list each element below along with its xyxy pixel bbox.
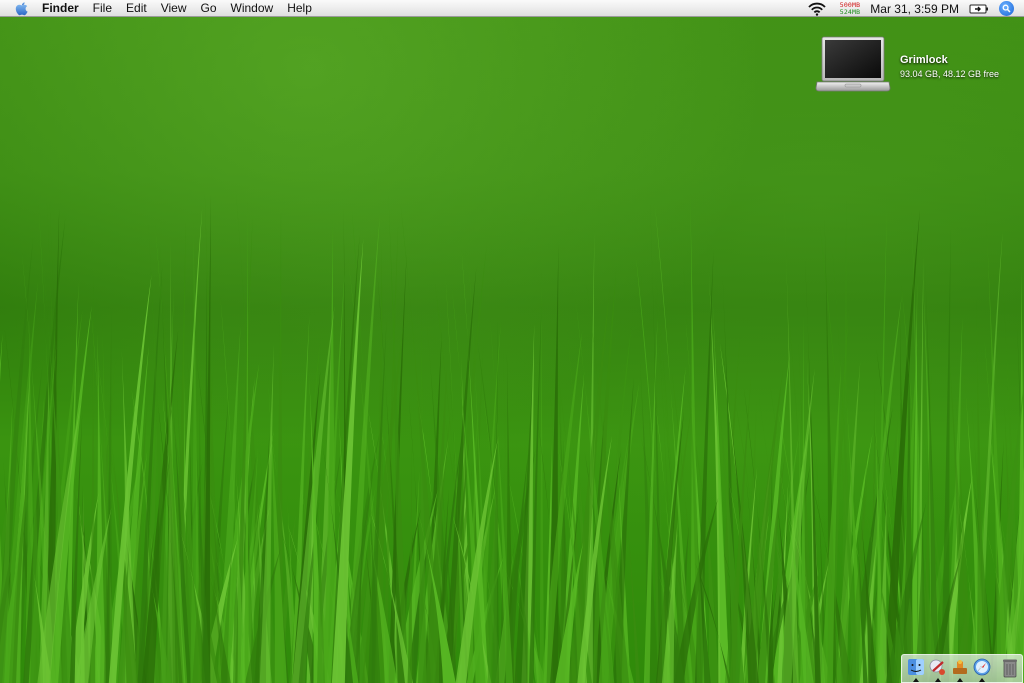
running-indicator [913, 677, 919, 682]
running-indicator [935, 677, 941, 682]
running-indicator [979, 677, 985, 682]
dock-item-trash[interactable] [1002, 658, 1018, 680]
scissors-app-icon [929, 659, 945, 675]
dock-item-finder[interactable] [907, 658, 925, 682]
menu-app-finder[interactable]: Finder [42, 0, 86, 17]
memory-free: 524MB [839, 7, 861, 16]
wifi-icon[interactable] [808, 2, 826, 16]
menu-window[interactable]: Window [224, 0, 281, 17]
drive-info: 93.04 GB, 48.12 GB free [900, 69, 1000, 79]
apple-logo-icon [15, 1, 28, 15]
dock [901, 654, 1023, 683]
dock-item-app-3[interactable] [951, 658, 969, 682]
desktop-wallpaper [0, 0, 1024, 683]
finder-icon [908, 658, 924, 675]
terminal-stamp-icon [953, 659, 967, 674]
menu-go[interactable]: Go [194, 0, 224, 17]
grass-blade [539, 272, 545, 683]
running-indicator [957, 677, 963, 682]
menu-view[interactable]: View [154, 0, 194, 17]
memory-monitor[interactable]: 500MB 524MB [839, 1, 861, 16]
menu-help[interactable]: Help [280, 0, 319, 17]
menu-file[interactable]: File [86, 0, 119, 17]
dock-item-safari[interactable] [973, 658, 991, 682]
battery-charging-icon[interactable] [969, 3, 989, 15]
spotlight-button[interactable] [999, 1, 1014, 16]
menu-bar: Finder File Edit View Go Window Help 500… [0, 0, 1024, 17]
desktop-icon-label[interactable]: Grimlock 93.04 GB, 48.12 GB free [900, 53, 999, 81]
grass-wallpaper [0, 190, 1024, 683]
safari-compass-icon [973, 658, 991, 675]
dock-item-app-2[interactable] [929, 658, 947, 682]
menu-edit[interactable]: Edit [119, 0, 154, 17]
laptop-icon[interactable] [815, 36, 891, 96]
menu-clock[interactable]: Mar 31, 3:59 PM [870, 2, 959, 16]
spotlight-search-icon [1002, 4, 1011, 13]
trash-icon [1003, 659, 1017, 677]
drive-name: Grimlock [900, 54, 948, 66]
apple-menu[interactable] [12, 0, 32, 17]
